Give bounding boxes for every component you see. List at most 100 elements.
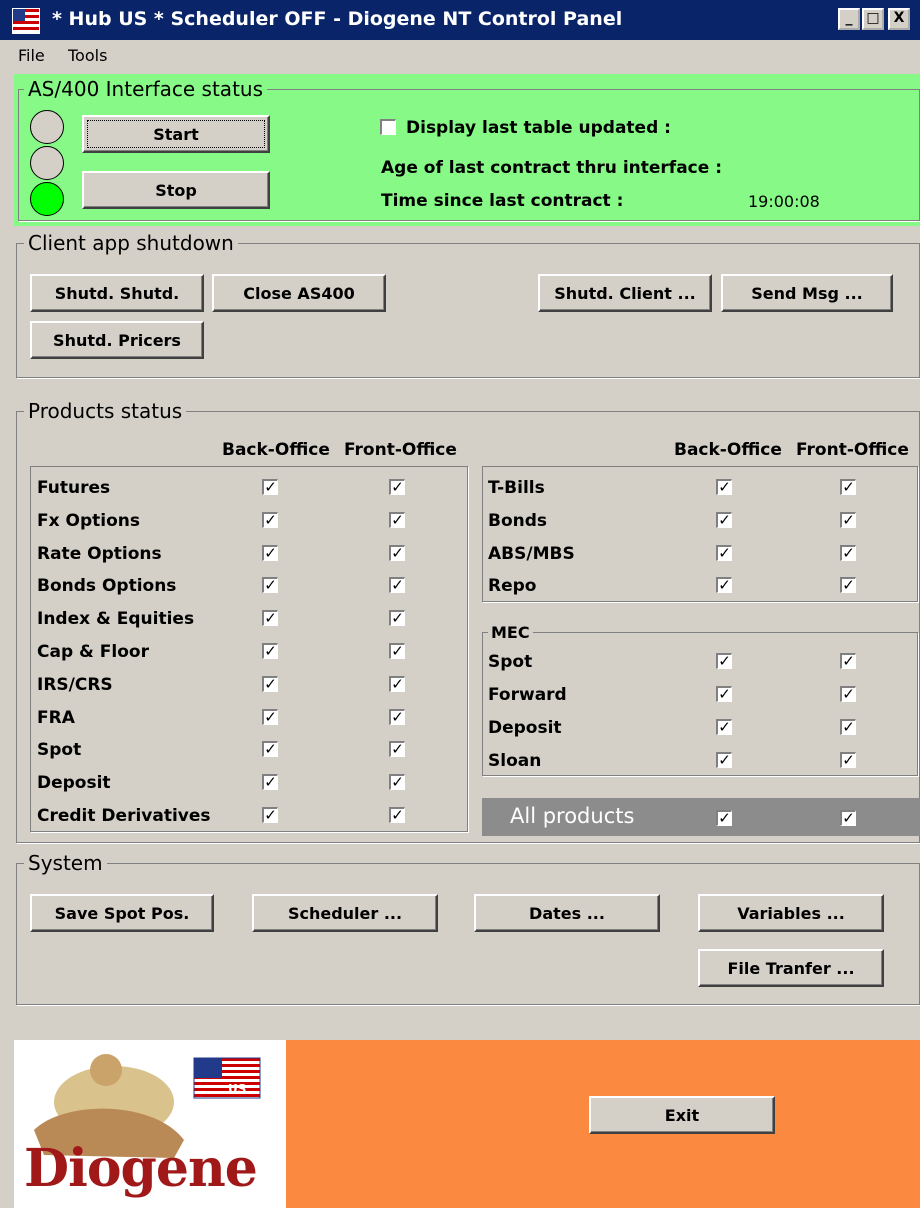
mec-items-back-office-checkbox[interactable]: ✓ <box>716 752 732 768</box>
interface-status-legend: AS/400 Interface status <box>24 77 267 101</box>
system-legend: System <box>24 851 107 875</box>
scheduler-button[interactable]: Scheduler ... <box>252 894 438 932</box>
left_items-label: Cap & Floor <box>37 642 149 662</box>
right-items-back-office-checkbox[interactable]: ✓ <box>716 511 732 528</box>
close-button[interactable]: X <box>888 8 910 30</box>
left-items-back-office-checkbox[interactable]: ✓ <box>262 544 278 561</box>
right-items-back-office-checkbox[interactable]: ✓ <box>716 479 732 495</box>
left-items-front-office-checkbox[interactable]: ✓ <box>389 577 405 594</box>
menu-tools[interactable]: Tools <box>68 46 107 65</box>
right_items-label: Repo <box>488 576 537 597</box>
stop-button[interactable]: Stop <box>82 171 270 209</box>
left_items-label: Spot <box>37 740 82 761</box>
left-items-back-office-checkbox[interactable]: ✓ <box>262 675 278 692</box>
left-items-back-office-checkbox[interactable]: ✓ <box>262 708 278 725</box>
left-items-back-office-checkbox[interactable]: ✓ <box>262 577 278 594</box>
flag-app-icon <box>12 8 40 34</box>
display-last-table-checkbox[interactable] <box>380 119 396 135</box>
exit-button[interactable]: Exit <box>589 1096 775 1134</box>
left_items-label: Fx Options <box>37 510 140 531</box>
right-items-back-office-checkbox[interactable]: ✓ <box>716 577 732 594</box>
mec-items-back-office-checkbox[interactable]: ✓ <box>716 653 732 669</box>
save-spot-pos-button[interactable]: Save Spot Pos. <box>30 894 214 932</box>
window-title: * Hub US * Scheduler OFF - Diogene NT Co… <box>52 8 623 30</box>
traffic-light-yellow <box>30 146 64 180</box>
logo-text: Diogene <box>24 1138 258 1199</box>
traffic-light <box>28 108 68 216</box>
mec_items-label: Sloan <box>488 751 542 771</box>
left-items-back-office-checkbox[interactable]: ✓ <box>262 479 278 495</box>
display-last-table-label: Display last table updated : <box>406 118 671 138</box>
close-as400-button[interactable]: Close AS400 <box>212 274 386 312</box>
right-items-front-office-checkbox[interactable]: ✓ <box>840 479 856 495</box>
left-items-front-office-checkbox[interactable]: ✓ <box>389 643 405 659</box>
right_items-label: ABS/MBS <box>488 543 575 564</box>
right-items-front-office-checkbox[interactable]: ✓ <box>840 577 856 594</box>
left-items-back-office-checkbox[interactable]: ✓ <box>262 643 278 659</box>
shutdown-pricers-button[interactable]: Shutd. Pricers <box>30 321 204 359</box>
left_items-label: Deposit <box>37 773 111 794</box>
diogene-logo: US Diogene <box>14 1040 286 1208</box>
left-items-front-office-checkbox[interactable]: ✓ <box>389 511 405 528</box>
menu-bar <box>0 40 920 70</box>
variables-button[interactable]: Variables ... <box>698 894 884 932</box>
mec-items-back-office-checkbox[interactable]: ✓ <box>716 719 732 735</box>
left_items-label: Rate Options <box>37 543 162 564</box>
dates-button[interactable]: Dates ... <box>474 894 660 932</box>
left-back-office-header: Back-Office <box>222 440 330 460</box>
right_items-label: Bonds <box>488 510 548 531</box>
right-items-front-office-checkbox[interactable]: ✓ <box>840 544 856 561</box>
products-legend: Products status <box>24 399 187 423</box>
left-items-front-office-checkbox[interactable]: ✓ <box>389 774 405 791</box>
age-last-contract-label: Age of last contract thru interface : <box>381 158 722 178</box>
all-products-back-office-checkbox[interactable]: ✓ <box>716 810 732 826</box>
time-since-contract-label: Time since last contract : <box>381 191 624 211</box>
left-items-back-office-checkbox[interactable]: ✓ <box>262 774 278 791</box>
left-items-back-office-checkbox[interactable]: ✓ <box>262 610 278 627</box>
start-button[interactable]: Start <box>82 115 270 153</box>
mec_items-label: Forward <box>488 685 567 705</box>
left-items-front-office-checkbox[interactable]: ✓ <box>389 675 405 692</box>
left-items-front-office-checkbox[interactable]: ✓ <box>389 610 405 627</box>
mec_items-label: Deposit <box>488 718 562 738</box>
left_items-label: Futures <box>37 478 111 498</box>
send-message-button[interactable]: Send Msg ... <box>721 274 893 312</box>
time-since-contract-value: 19:00:08 <box>748 192 820 211</box>
traffic-light-green <box>30 182 64 216</box>
left_items-label: FRA <box>37 707 75 728</box>
left-items-front-office-checkbox[interactable]: ✓ <box>389 479 405 495</box>
left_items-label: Bonds Options <box>37 576 177 597</box>
right-items-front-office-checkbox[interactable]: ✓ <box>840 511 856 528</box>
left-items-front-office-checkbox[interactable]: ✓ <box>389 807 405 823</box>
left-items-front-office-checkbox[interactable]: ✓ <box>389 741 405 758</box>
shutdown-client-button[interactable]: Shutd. Client ... <box>538 274 712 312</box>
shutdown-shutdown-button[interactable]: Shutd. Shutd. <box>30 274 204 312</box>
menu-file[interactable]: File <box>18 46 45 65</box>
left-items-front-office-checkbox[interactable]: ✓ <box>389 544 405 561</box>
left-items-back-office-checkbox[interactable]: ✓ <box>262 807 278 823</box>
title-bar[interactable]: * Hub US * Scheduler OFF - Diogene NT Co… <box>0 0 920 40</box>
traffic-light-red <box>30 110 64 144</box>
mec-items-back-office-checkbox[interactable]: ✓ <box>716 686 732 702</box>
all-products-label: All products <box>510 804 635 828</box>
left_items-label: Credit Derivatives <box>37 806 211 826</box>
mec-items-front-office-checkbox[interactable]: ✓ <box>840 752 856 768</box>
file-transfer-button[interactable]: File Tranfer ... <box>698 949 884 987</box>
shutdown-legend: Client app shutdown <box>24 231 238 255</box>
maximize-button[interactable]: □ <box>862 8 884 30</box>
left_items-label: IRS/CRS <box>37 674 113 695</box>
mec-items-front-office-checkbox[interactable]: ✓ <box>840 653 856 669</box>
mec-items-front-office-checkbox[interactable]: ✓ <box>840 719 856 735</box>
mec-items-front-office-checkbox[interactable]: ✓ <box>840 686 856 702</box>
logo-flag-text: US <box>228 1082 247 1096</box>
left_items-label: Index & Equities <box>37 609 195 630</box>
right_items-label: T-Bills <box>488 478 545 498</box>
left-items-back-office-checkbox[interactable]: ✓ <box>262 741 278 758</box>
minimize-button[interactable]: _ <box>838 8 860 30</box>
left-front-office-header: Front-Office <box>344 440 457 460</box>
right-items-back-office-checkbox[interactable]: ✓ <box>716 544 732 561</box>
left-items-back-office-checkbox[interactable]: ✓ <box>262 511 278 528</box>
all-products-front-office-checkbox[interactable]: ✓ <box>840 810 856 826</box>
mec-legend: MEC <box>488 623 533 642</box>
left-items-front-office-checkbox[interactable]: ✓ <box>389 708 405 725</box>
